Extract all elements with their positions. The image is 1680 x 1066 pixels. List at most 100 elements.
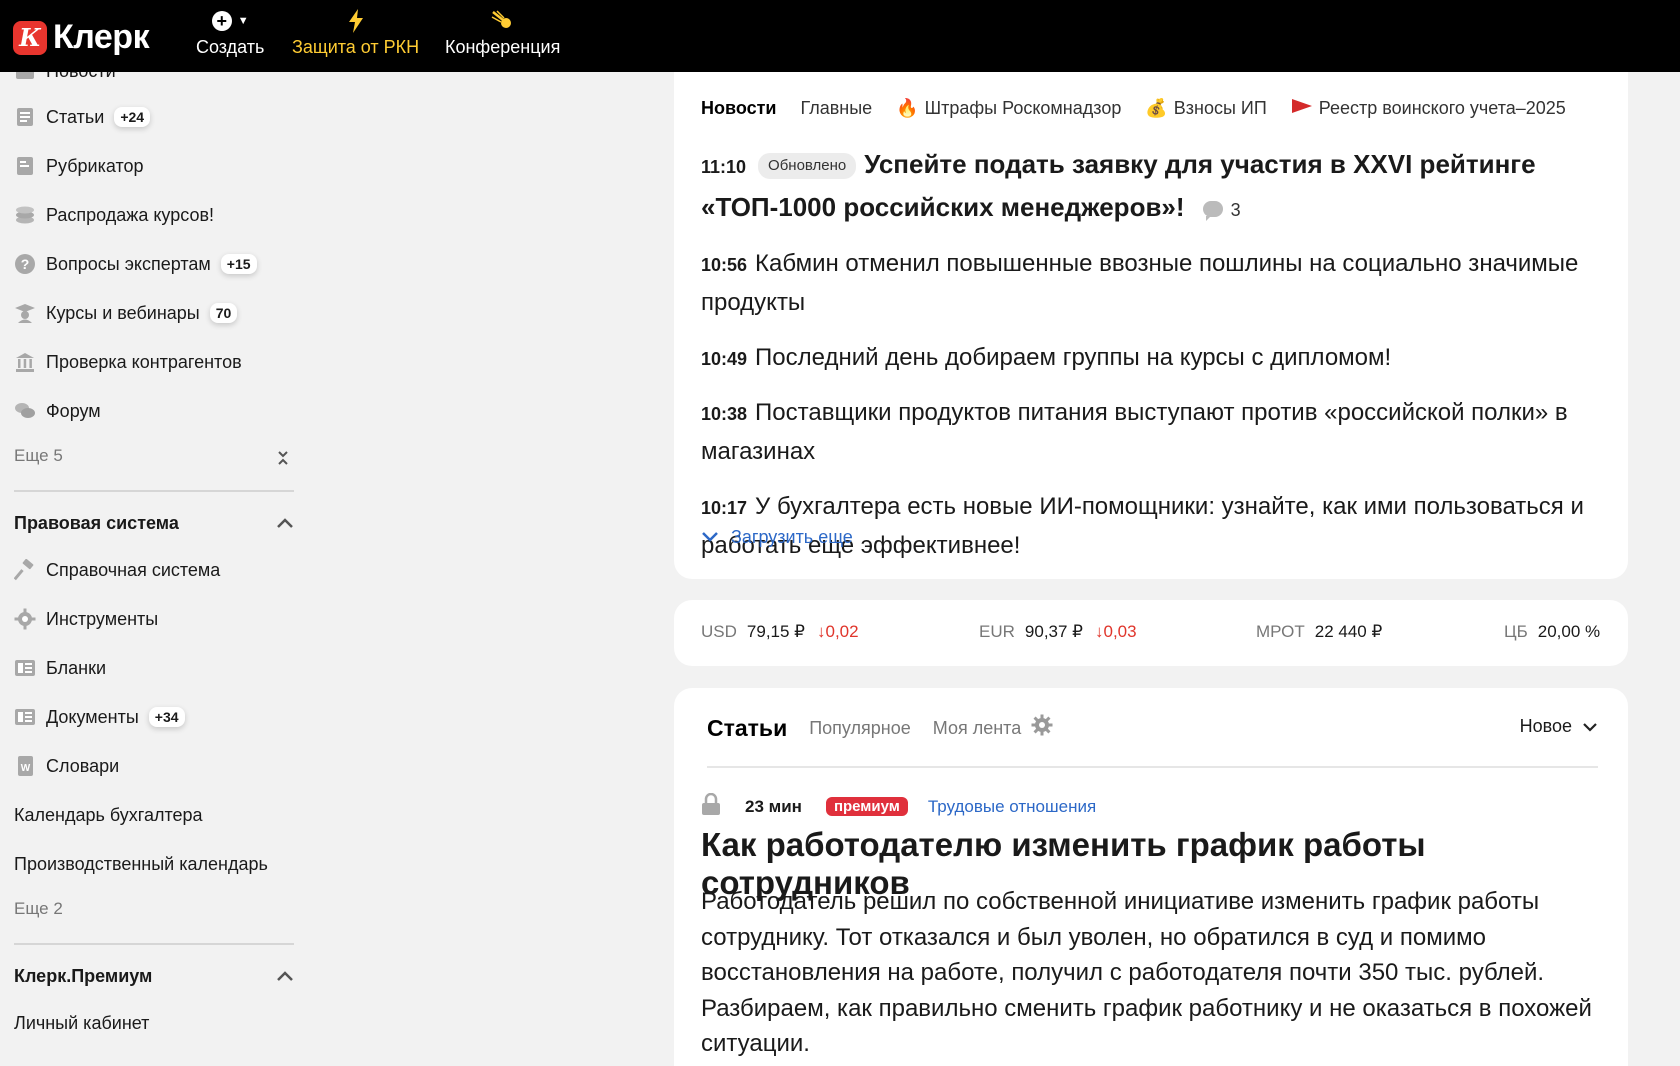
- rates-card: USD 79,15 ₽ ↓0,02 EUR 90,37 ₽ ↓0,03 МРОТ 22 4…: [674, 600, 1628, 666]
- articles-card: Статьи Популярное Моя лента Новое 23 мин…: [674, 688, 1628, 1066]
- show-more-link[interactable]: Еще 2: [14, 899, 63, 919]
- sidebar-item-personal-account[interactable]: Личный кабинет: [14, 1006, 149, 1040]
- rate-delta: ↓0,03: [1095, 622, 1137, 641]
- news-time: 10:56: [701, 255, 748, 275]
- sidebar-item-label: Курсы и вебинары: [46, 302, 200, 323]
- section-legal-system[interactable]: Правовая система: [14, 513, 294, 534]
- tab-ip-contributions[interactable]: 💰 Взносы ИП: [1145, 98, 1266, 119]
- comments-count[interactable]: 3: [1202, 200, 1241, 221]
- nav-rkn-label: Защита от РКН: [292, 37, 420, 57]
- sidebar-item-reference-system[interactable]: Справочная система: [14, 553, 220, 587]
- sidebar-item-label: Документы: [46, 706, 139, 727]
- articles-divider: [707, 766, 1598, 768]
- news-item[interactable]: 10:56 Кабмин отменил повышенные ввозные п…: [701, 246, 1601, 324]
- news-item[interactable]: 11:10 Обновлено Успейте подать заявку для …: [701, 144, 1601, 230]
- sidebar-item-expert-questions[interactable]: ? Вопросы экспертам +15: [14, 247, 257, 281]
- sidebar-item-label: Календарь бухгалтера: [14, 804, 203, 825]
- rubric-link[interactable]: Трудовые отношения: [928, 797, 1096, 817]
- comment-count-value: 3: [1230, 200, 1241, 220]
- sidebar-item-articles[interactable]: Статьи +24: [14, 100, 151, 134]
- comment-icon: [1202, 201, 1223, 221]
- tab-my-feed[interactable]: Моя лента: [933, 718, 1021, 739]
- collapse-icon[interactable]: [272, 447, 294, 469]
- rubricator-icon: [14, 155, 36, 177]
- load-more-button[interactable]: Загрузить еще: [701, 527, 853, 548]
- sidebar-item-label: Бланки: [46, 657, 106, 678]
- rate-value: 22 440 ₽: [1314, 622, 1383, 641]
- rate-usd[interactable]: USD 79,15 ₽ ↓0,02: [701, 622, 859, 642]
- news-time: 11:10: [701, 157, 747, 177]
- show-more-link[interactable]: Еще 5: [14, 446, 63, 466]
- nav-conference[interactable]: Конференция: [445, 8, 560, 58]
- tab-main[interactable]: Главные: [800, 98, 872, 119]
- news-item[interactable]: 10:49 Последний день добираем группы на к…: [701, 340, 1601, 379]
- lightning-icon: [347, 8, 365, 34]
- nav-rkn-protection[interactable]: Защита от РКН: [292, 8, 419, 58]
- plus-circle-icon: +: [211, 11, 232, 31]
- tab-military-register[interactable]: Реестр воинского учета–2025: [1291, 98, 1566, 119]
- coins-icon: [14, 204, 36, 226]
- tab-news[interactable]: Новости: [701, 98, 776, 119]
- rate-mrot[interactable]: МРОТ 22 440 ₽: [1256, 622, 1382, 642]
- count-badge: +24: [114, 107, 151, 127]
- sidebar-divider: [14, 490, 294, 492]
- news-title: Кабмин отменил повышенные ввозные пошлин…: [701, 250, 1579, 316]
- sidebar-item-accountant-calendar[interactable]: Календарь бухгалтера: [14, 798, 203, 832]
- sidebar-item-label: Личный кабинет: [14, 1012, 150, 1033]
- rate-value: 79,15 ₽: [746, 622, 805, 641]
- tab-label: Штрафы Роскомнадзор: [924, 98, 1122, 118]
- svg-text:?: ?: [21, 256, 30, 272]
- sidebar-item-forms[interactable]: Бланки: [14, 651, 106, 685]
- nav-create[interactable]: + ▼ Создать: [196, 8, 264, 58]
- sidebar-item-label: Новости: [46, 72, 116, 82]
- tab-popular[interactable]: Популярное: [809, 718, 911, 739]
- tab-rkn-fines[interactable]: 🔥 Штрафы Роскомнадзор: [896, 98, 1121, 119]
- chevron-up-icon: [276, 966, 294, 987]
- sidebar-item-counterparty-check[interactable]: Проверка контрагентов: [14, 345, 242, 379]
- chevron-up-icon: [276, 513, 294, 534]
- question-icon: ?: [14, 253, 36, 275]
- news-title: У бухгалтера есть новые ИИ-помощники: уз…: [701, 493, 1584, 559]
- sidebar-item-dictionaries[interactable]: W Словари: [14, 749, 119, 783]
- rate-delta: ↓0,02: [817, 622, 859, 641]
- sort-label: Новое: [1519, 716, 1572, 736]
- section-klerk-premium[interactable]: Клерк.Премиум: [14, 966, 294, 987]
- gear-icon: [14, 608, 36, 630]
- sidebar-item-label: Проверка контрагентов: [46, 351, 242, 372]
- sidebar-item-label: Инструменты: [46, 608, 159, 629]
- tab-label: Главные: [800, 98, 873, 118]
- sidebar-item-rubricator[interactable]: Рубрикатор: [14, 149, 144, 183]
- flag-icon: [1291, 98, 1313, 119]
- count-badge: 70: [209, 303, 238, 323]
- tab-label: Взносы ИП: [1173, 98, 1267, 118]
- logo-badge-icon: К: [13, 20, 47, 55]
- sort-dropdown[interactable]: Новое: [1520, 716, 1598, 737]
- tab-label: Реестр воинского учета–2025: [1318, 98, 1566, 118]
- count-badge: +15: [220, 254, 257, 274]
- hammer-icon: [14, 559, 36, 581]
- rate-eur[interactable]: EUR 90,37 ₽ ↓0,03: [979, 622, 1137, 642]
- sidebar-item-label: Статьи: [46, 106, 105, 127]
- sidebar-item-label: Распродажа курсов!: [46, 204, 215, 225]
- gear-icon[interactable]: [1031, 714, 1053, 742]
- tab-label: Новости: [701, 98, 777, 118]
- klerk-logo[interactable]: К Клерк: [13, 18, 150, 57]
- news-title: Поставщики продуктов питания выступают п…: [701, 399, 1568, 465]
- rate-cb[interactable]: ЦБ 20,00 %: [1504, 622, 1600, 642]
- rate-key: МРОТ: [1256, 622, 1305, 641]
- rate-key: USD: [701, 622, 737, 641]
- sidebar-item-courses-webinars[interactable]: Курсы и вебинары 70: [14, 296, 238, 330]
- sidebar-item-production-calendar[interactable]: Производственный календарь: [14, 847, 268, 881]
- news-icon: [14, 72, 36, 82]
- news-time: 10:49: [701, 349, 748, 369]
- sidebar-item-tools[interactable]: Инструменты: [14, 602, 158, 636]
- sidebar-item-forum[interactable]: Форум: [14, 394, 101, 428]
- sidebar-item-news[interactable]: Новости: [14, 72, 116, 88]
- sidebar: Новости Статьи +24 Рубрикатор Распродажа…: [0, 72, 300, 1066]
- tab-articles[interactable]: Статьи: [707, 715, 787, 742]
- sidebar-item-courses-sale[interactable]: Распродажа курсов!: [14, 198, 214, 232]
- sidebar-item-documents[interactable]: Документы +34: [14, 700, 185, 734]
- news-item[interactable]: 10:38 Поставщики продуктов питания выступ…: [701, 395, 1601, 473]
- sidebar-item-label: Вопросы экспертам: [46, 253, 211, 274]
- rate-key: EUR: [979, 622, 1015, 641]
